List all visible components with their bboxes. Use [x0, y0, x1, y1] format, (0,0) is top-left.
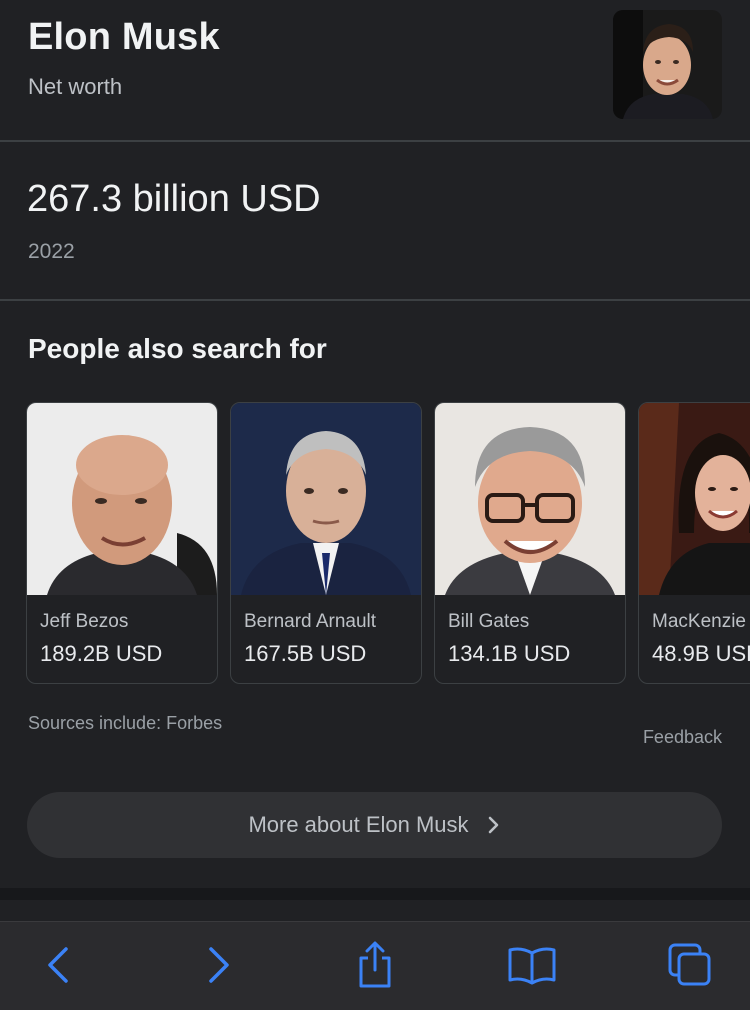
- browser-toolbar: [0, 921, 750, 1010]
- divider: [0, 140, 750, 142]
- person-card-mackenzie[interactable]: MacKenzie 48.9B USD: [638, 402, 750, 684]
- person-name: Bernard Arnault: [244, 611, 377, 632]
- person-card-jeff-bezos[interactable]: Jeff Bezos 189.2B USD: [26, 402, 218, 684]
- tabs-icon[interactable]: [665, 940, 715, 990]
- chevron-right-icon: [487, 816, 501, 834]
- person-net-worth: 167.5B USD: [244, 641, 367, 666]
- bill-gates-photo: [435, 403, 625, 595]
- person-net-worth: 189.2B USD: [40, 641, 163, 666]
- page-subtitle: Net worth: [28, 74, 123, 99]
- page-title: Elon Musk: [28, 16, 220, 58]
- net-worth-year: 2022: [28, 240, 75, 263]
- mackenzie-photo: [639, 403, 750, 595]
- person-net-worth: 134.1B USD: [448, 641, 571, 666]
- people-also-search-heading: People also search for: [28, 333, 327, 364]
- forward-icon[interactable]: [193, 940, 243, 990]
- person-name: MacKenzie: [652, 611, 746, 632]
- back-icon[interactable]: [34, 940, 84, 990]
- share-icon[interactable]: [350, 940, 400, 990]
- feedback-link[interactable]: Feedback: [643, 727, 722, 748]
- elon-musk-photo[interactable]: [613, 10, 722, 119]
- divider: [0, 299, 750, 301]
- person-net-worth: 48.9B USD: [652, 641, 750, 666]
- bookmarks-icon[interactable]: [507, 940, 557, 990]
- next-section: [0, 900, 750, 922]
- more-about-button[interactable]: More about Elon Musk: [27, 792, 722, 858]
- bernard-arnault-photo: [231, 403, 421, 595]
- section-separator: [0, 888, 750, 900]
- jeff-bezos-photo: [27, 403, 217, 595]
- person-card-bernard-arnault[interactable]: Bernard Arnault 167.5B USD: [230, 402, 422, 684]
- people-carousel[interactable]: Jeff Bezos 189.2B USD Bernard Arnault 16…: [26, 402, 750, 684]
- person-card-bill-gates[interactable]: Bill Gates 134.1B USD: [434, 402, 626, 684]
- more-about-label: More about Elon Musk: [248, 812, 469, 837]
- net-worth-value: 267.3 billion USD: [27, 178, 321, 220]
- knowledge-card: Elon Musk Net worth 267.3 billion USD 20…: [0, 0, 750, 888]
- person-name: Jeff Bezos: [40, 611, 129, 632]
- person-name: Bill Gates: [448, 611, 530, 632]
- sources-text: Sources include: Forbes: [28, 713, 223, 733]
